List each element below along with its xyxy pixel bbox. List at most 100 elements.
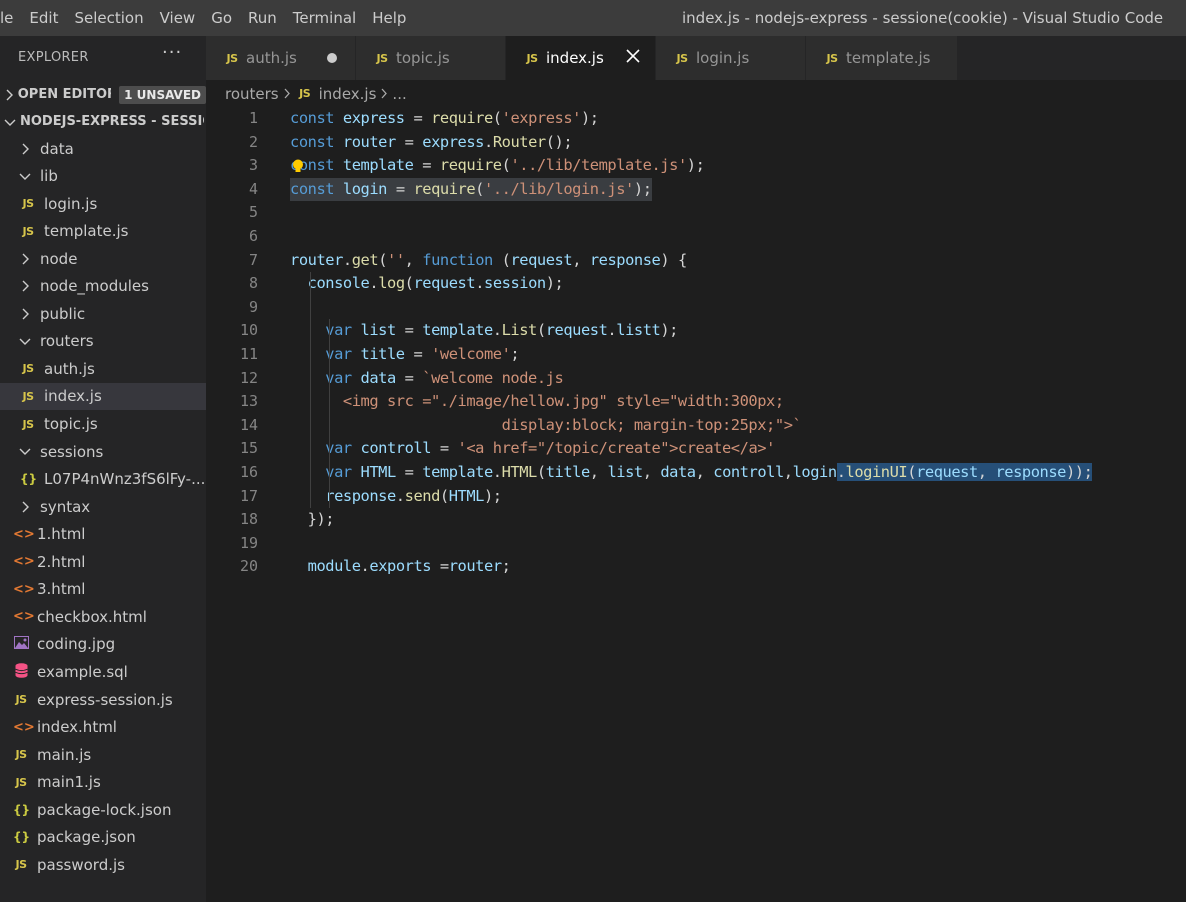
- line-number: 4: [248, 179, 258, 198]
- tree-file-coding-jpg[interactable]: coding.jpg: [0, 631, 206, 658]
- tree-folder-node[interactable]: node: [0, 245, 206, 272]
- tree-file-login-js[interactable]: JS login.js: [0, 190, 206, 217]
- tab-topic-js[interactable]: JS topic.js: [356, 36, 506, 80]
- code-line[interactable]: const template = require('../lib/templat…: [290, 154, 705, 178]
- code-token: send: [404, 486, 441, 505]
- chevron-right-icon: [18, 252, 32, 266]
- code-line[interactable]: module.exports =router;: [290, 555, 511, 579]
- code-token: var: [325, 321, 361, 340]
- tree-file-checkbox-html[interactable]: <> checkbox.html: [0, 603, 206, 630]
- code-token: ,: [642, 463, 661, 481]
- tab-auth-js[interactable]: JS auth.js: [206, 36, 356, 80]
- code-token: =: [431, 439, 458, 458]
- close-icon[interactable]: [625, 48, 641, 64]
- code-token: ,: [572, 250, 590, 269]
- code-token: '': [387, 250, 405, 269]
- lightbulb-icon[interactable]: [292, 159, 304, 174]
- tree-file-password-js[interactable]: JS password.js: [0, 851, 206, 878]
- code-line[interactable]: display:block; margin-top:25px;">`: [290, 414, 802, 438]
- code-line[interactable]: var list = template.List(request.listt);: [290, 319, 678, 343]
- chevron-right-icon: [18, 307, 32, 321]
- unsaved-badge: 1 UNSAVED: [119, 85, 206, 104]
- code-token: ;: [501, 557, 511, 576]
- chevron-right-icon: [380, 85, 388, 103]
- more-actions-icon[interactable]: ···: [162, 42, 182, 63]
- breadcrumb-file[interactable]: index.js: [319, 85, 377, 103]
- tree-folder-node-modules[interactable]: node_modules: [0, 273, 206, 300]
- tree-file-package-lock-json[interactable]: {} package-lock.json: [0, 796, 206, 823]
- line-number: 1: [248, 109, 258, 127]
- tree-file-example-sql[interactable]: example.sql: [0, 658, 206, 685]
- line-number: 13: [239, 392, 258, 411]
- code-line[interactable]: <img src ="./image/hellow.jpg" style="wi…: [290, 390, 784, 414]
- tree-folder-public[interactable]: public: [0, 300, 206, 327]
- code-line[interactable]: const router = express.Router();: [290, 131, 573, 155]
- code-line[interactable]: var controll = '<a href="/topic/create">…: [290, 437, 775, 461]
- code-token: controll: [713, 463, 784, 481]
- menu-terminal[interactable]: Terminal: [285, 0, 364, 36]
- line-number: 18: [239, 510, 258, 529]
- menu-help[interactable]: Help: [364, 0, 414, 36]
- js-file-icon: JS: [299, 87, 311, 100]
- tab-login-js[interactable]: JS login.js: [656, 36, 806, 80]
- tree-file-main1-js[interactable]: JS main1.js: [0, 769, 206, 796]
- tree-file-index-js[interactable]: JS index.js: [0, 382, 206, 410]
- menu-edit[interactable]: Edit: [21, 0, 66, 36]
- tree-folder-sessions[interactable]: sessions: [0, 438, 206, 465]
- code-line[interactable]: var data = `welcome node.js: [290, 367, 563, 391]
- code-token: });: [290, 510, 335, 529]
- tree-folder-data[interactable]: data: [0, 135, 206, 162]
- code-editor[interactable]: 1 2 3 4 5 6 7 8 9 10 11 12 13 14 15 16 17 18 19 20 const ex…: [206, 107, 1186, 902]
- menu-go[interactable]: Go: [203, 0, 240, 36]
- code-line[interactable]: console.log(request.session);: [290, 272, 564, 296]
- tree-file-template-js[interactable]: JS template.js: [0, 218, 206, 245]
- menu-file[interactable]: le: [0, 0, 21, 36]
- code-line[interactable]: const login = require('../lib/login.js')…: [290, 177, 652, 202]
- unsaved-dot-icon[interactable]: [327, 53, 337, 63]
- html-file-icon: <>: [13, 719, 35, 735]
- code-line[interactable]: response.send(HTML);: [290, 485, 502, 509]
- tree-file-package-json[interactable]: {} package.json: [0, 824, 206, 851]
- tree-file-auth-js[interactable]: JS auth.js: [0, 355, 206, 382]
- js-file-icon: JS: [15, 858, 27, 872]
- tree-file-main-js[interactable]: JS main.js: [0, 741, 206, 768]
- tab-index-js[interactable]: JS index.js: [506, 36, 656, 80]
- line-number: 12: [239, 368, 258, 387]
- menu-selection[interactable]: Selection: [66, 0, 151, 36]
- code-token: =: [413, 156, 440, 175]
- breadcrumb-symbols[interactable]: ...: [392, 85, 406, 103]
- code-token: template: [422, 321, 493, 340]
- open-editors-section[interactable]: OPEN EDITORS 1 UNSAVED: [0, 81, 206, 108]
- tree-file-3-html[interactable]: <> 3.html: [0, 576, 206, 603]
- tree-item-label: password.js: [37, 855, 125, 874]
- code-token: .: [475, 274, 485, 293]
- code-line[interactable]: router.get('', function (request, respon…: [290, 249, 687, 273]
- breadcrumb-folder[interactable]: routers: [225, 85, 279, 103]
- tree-folder-lib[interactable]: lib: [0, 163, 206, 190]
- tree-file-1-html[interactable]: <> 1.html: [0, 521, 206, 548]
- tree-file-express-session-js[interactable]: JS express-session.js: [0, 686, 206, 713]
- code-line[interactable]: });: [290, 508, 335, 532]
- tree-file-topic-js[interactable]: JS topic.js: [0, 411, 206, 438]
- menu-view[interactable]: View: [152, 0, 204, 36]
- tree-item-label: package-lock.json: [37, 800, 172, 819]
- code-line[interactable]: var HTML = template.HTML(title, list, da…: [290, 461, 1093, 485]
- tree-folder-routers[interactable]: routers: [0, 328, 206, 355]
- open-editors-label: OPEN EDITORS: [17, 87, 111, 102]
- code-line[interactable]: var title = 'welcome';: [290, 343, 519, 367]
- line-number: 8: [248, 274, 258, 293]
- tree-file-l07p4nwnz3fs6lfy[interactable]: {} L07P4nWnz3fS6lFy-...: [0, 466, 206, 493]
- code-token: ,: [404, 250, 423, 269]
- code-token: (: [536, 321, 546, 340]
- chevron-down-icon: [2, 114, 18, 130]
- code-token: (: [439, 486, 449, 505]
- tab-template-js[interactable]: JS template.js: [806, 36, 958, 80]
- line-number: 16: [239, 463, 258, 481]
- tree-file-index-html[interactable]: <> index.html: [0, 714, 206, 741]
- code-line[interactable]: const express = require('express');: [290, 107, 599, 131]
- tree-folder-syntax[interactable]: syntax: [0, 493, 206, 520]
- project-section[interactable]: NODEJS-EXPRESS - SESSIO...: [0, 108, 206, 135]
- menu-run[interactable]: Run: [240, 0, 285, 36]
- tree-file-2-html[interactable]: <> 2.html: [0, 548, 206, 575]
